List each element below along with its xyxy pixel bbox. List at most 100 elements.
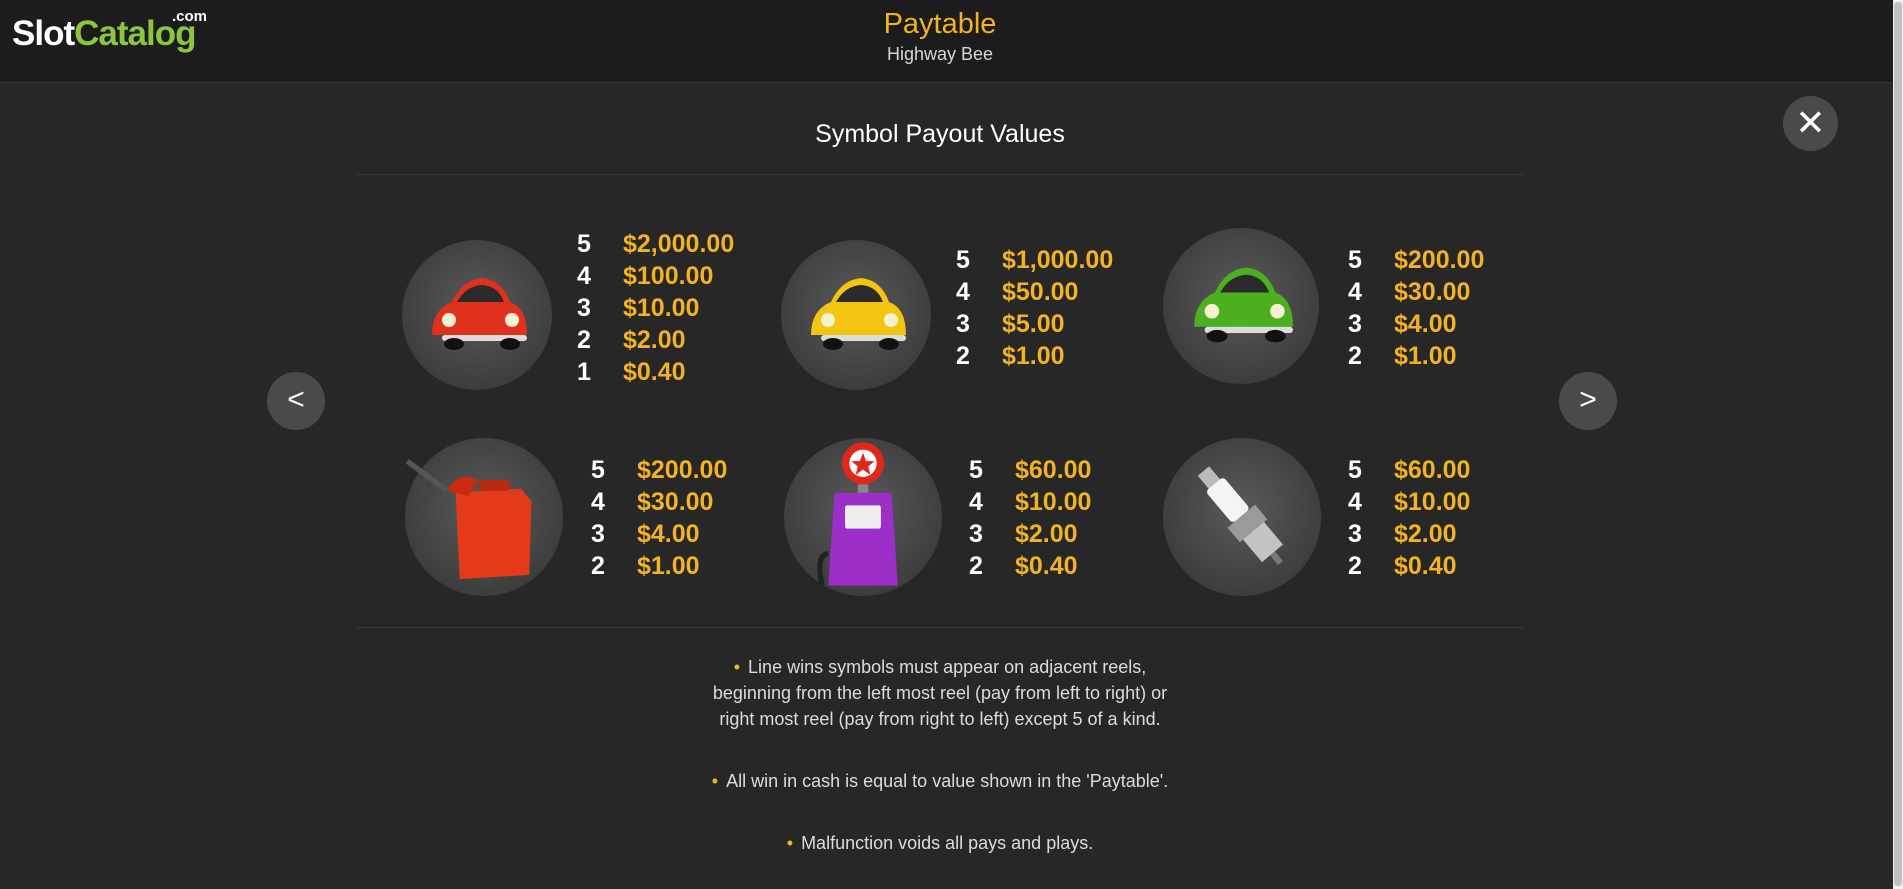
payout-row: 3 $5.00 [956,308,1113,340]
match-count: 2 [969,552,983,580]
payout-green-car: 5 $200.00 4 $30.00 3 $4.00 2 $1.00 [1348,244,1484,372]
match-count: 2 [577,326,591,354]
match-count: 3 [577,294,591,322]
match-count: 5 [591,456,605,484]
payout-row: 3 $4.00 [591,518,727,550]
match-count: 2 [1348,552,1362,580]
payout-value: $200.00 [637,456,728,484]
payout-row: 1 $0.40 [577,356,734,388]
rule-text: Malfunction voids all pays and plays. [801,833,1094,853]
payout-value: $1.00 [1002,342,1065,370]
payout-value: $2.00 [623,326,686,354]
payout-value: $5.00 [1002,310,1065,338]
payout-spark-plug: 5 $60.00 4 $10.00 3 $2.00 2 $0.40 [1348,454,1470,582]
payout-row: 4 $10.00 [969,486,1091,518]
payout-value: $30.00 [637,488,714,516]
rule-text: All win in cash is equal to value shown … [726,771,1169,791]
rule-text: Line wins symbols must appear on adjacen… [748,657,1147,677]
spark-plug-icon [1197,466,1284,566]
payout-value: $0.40 [1015,552,1078,580]
rule-text: beginning from the left most reel (pay f… [712,683,1168,703]
divider-bottom [356,627,1524,628]
match-count: 5 [969,456,983,484]
next-page-button[interactable]: > [1559,372,1617,430]
payout-row: 4 $50.00 [956,276,1113,308]
payout-value: $2.00 [1394,520,1457,548]
payout-row: 2 $1.00 [1348,340,1484,372]
payout-row: 5 $1,000.00 [956,244,1113,276]
scrollbar-thumb[interactable] [1894,2,1902,886]
payout-row: 2 $1.00 [591,550,727,582]
payout-row: 5 $200.00 [1348,244,1484,276]
match-count: 5 [1348,456,1362,484]
gas-pump-symbol [784,438,942,596]
bullet-icon: • [711,771,719,791]
game-name: Highway Bee [886,44,994,64]
prev-page-button[interactable]: < [267,372,325,430]
chevron-right-icon: > [1579,383,1597,416]
green-car-icon [1194,267,1293,343]
payout-row: 2 $1.00 [956,340,1113,372]
close-button[interactable]: ✕ [1783,96,1838,151]
payout-gas-pump: 5 $60.00 4 $10.00 3 $2.00 2 $0.40 [969,454,1091,582]
section-title: Symbol Payout Values [815,120,1065,148]
match-count: 2 [591,552,605,580]
payout-yellow-car: 5 $1,000.00 4 $50.00 3 $5.00 2 $1.00 [956,244,1113,372]
divider-top [356,174,1524,175]
payout-row: 4 $30.00 [591,486,727,518]
payout-value: $30.00 [1394,278,1471,306]
match-count: 4 [591,488,605,516]
spark-plug-symbol [1163,438,1321,596]
match-count: 3 [969,520,983,548]
chevron-left-icon: < [287,383,305,416]
payout-row: 3 $2.00 [1348,518,1470,550]
gas-pump-icon [817,442,898,586]
payout-value: $60.00 [1394,456,1471,484]
payout-value: $200.00 [1394,246,1485,274]
payout-value: $2,000.00 [623,230,735,258]
payout-value: $10.00 [623,294,700,322]
match-count: 4 [1348,488,1362,516]
rule-text: right most reel (pay from right to left)… [719,709,1161,729]
match-count: 2 [956,342,970,370]
match-count: 4 [577,262,591,290]
top-bar: SlotCatalog .com Paytable Highway Bee [0,0,1893,83]
rules-list: • Line wins symbols must appear on adjace… [0,654,1880,856]
payout-value: $10.00 [1015,488,1092,516]
gas-can-icon [405,459,532,580]
match-count: 3 [591,520,605,548]
payout-value: $1.00 [637,552,700,580]
close-icon: ✕ [1795,102,1826,143]
rule-item: • Malfunction voids all pays and plays. [0,830,1880,856]
payout-value: $4.00 [637,520,700,548]
payout-value: $1.00 [1394,342,1457,370]
payout-value: $4.00 [1394,310,1457,338]
match-count: 5 [956,246,970,274]
yellow-car-icon [811,278,906,350]
payout-value: $50.00 [1002,278,1079,306]
match-count: 4 [969,488,983,516]
green-car-symbol [1163,228,1319,384]
rule-item: • All win in cash is equal to value shown… [0,768,1880,794]
payout-row: 5 $60.00 [969,454,1091,486]
payout-row: 5 $200.00 [591,454,727,486]
gas-can-symbol [405,438,563,596]
payout-row: 5 $60.00 [1348,454,1470,486]
payout-value: $0.40 [623,358,686,386]
match-count: 5 [1348,246,1362,274]
red-car-icon [432,278,527,350]
match-count: 3 [1348,310,1362,338]
match-count: 5 [577,230,591,258]
scrollbar[interactable] [1893,0,1903,889]
match-count: 4 [956,278,970,306]
payout-row: 5 $2,000.00 [577,228,734,260]
payout-row: 2 $0.40 [1348,550,1470,582]
payout-row: 4 $10.00 [1348,486,1470,518]
payout-row: 3 $4.00 [1348,308,1484,340]
payout-row: 4 $30.00 [1348,276,1484,308]
payout-value: $60.00 [1015,456,1092,484]
match-count: 1 [577,358,591,386]
match-count: 2 [1348,342,1362,370]
rule-item: • Line wins symbols must appear on adjace… [0,654,1880,732]
payout-row: 2 $2.00 [577,324,734,356]
